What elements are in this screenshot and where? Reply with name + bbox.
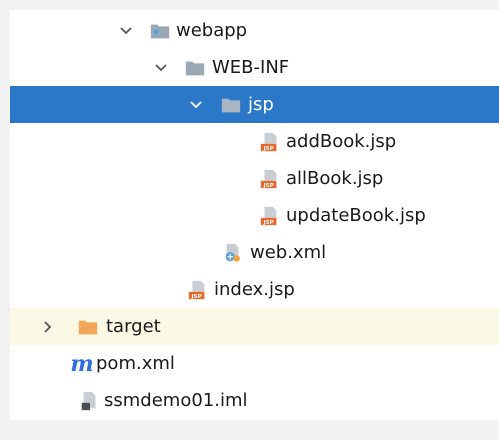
maven-glyph: m	[70, 350, 94, 377]
tree-row-index-jsp[interactable]: JSP index.jsp	[10, 271, 499, 308]
tree-row-allbook-jsp[interactable]: JSP allBook.jsp	[10, 160, 499, 197]
iml-file-icon	[78, 389, 102, 413]
jsp-file-icon: JSP	[186, 278, 210, 302]
tree-row-label: index.jsp	[214, 279, 295, 300]
tree-row-web-inf[interactable]: WEB-INF	[10, 49, 499, 86]
svg-text:JSP: JSP	[191, 293, 202, 299]
jsp-file-icon: JSP	[258, 130, 282, 154]
svg-text:JSP: JSP	[263, 182, 274, 188]
web-folder-icon	[148, 19, 172, 43]
folder-icon	[219, 93, 243, 117]
tree-row-ssmdemo01-iml[interactable]: ssmdemo01.iml	[10, 382, 499, 419]
maven-icon: m	[70, 352, 94, 376]
svg-text:JSP: JSP	[263, 219, 274, 225]
chevron-down-icon[interactable]	[118, 23, 134, 39]
project-tree: webapp WEB-INF jsp JSP addBook.jsp JSP a…	[10, 10, 499, 420]
tree-row-label: jsp	[248, 94, 274, 115]
jsp-file-icon: JSP	[258, 204, 282, 228]
tree-row-label: web.xml	[250, 242, 327, 263]
tree-row-label: target	[106, 316, 161, 337]
tree-row-label: pom.xml	[96, 353, 175, 374]
svg-text:JSP: JSP	[263, 145, 274, 151]
tree-row-label: ssmdemo01.iml	[104, 390, 248, 411]
chevron-down-icon[interactable]	[153, 60, 169, 76]
tree-row-web-xml[interactable]: web.xml	[10, 234, 499, 271]
folder-icon	[183, 56, 207, 80]
tree-row-label: webapp	[176, 20, 248, 41]
tree-row-label: addBook.jsp	[286, 131, 397, 152]
chevron-down-icon[interactable]	[188, 97, 204, 113]
tree-row-label: WEB-INF	[212, 57, 290, 78]
tree-row-jsp[interactable]: jsp	[10, 86, 499, 123]
tree-row-pom-xml[interactable]: m pom.xml	[10, 345, 499, 382]
tree-row-label: updateBook.jsp	[286, 205, 426, 226]
excluded-folder-icon	[76, 315, 100, 339]
tree-row-label: allBook.jsp	[286, 168, 384, 189]
tree-row-target[interactable]: target	[10, 308, 499, 345]
tree-row-updatebook-jsp[interactable]: JSP updateBook.jsp	[10, 197, 499, 234]
web-xml-icon	[221, 241, 245, 265]
chevron-right-icon[interactable]	[40, 319, 56, 335]
jsp-file-icon: JSP	[258, 167, 282, 191]
tree-row-addbook-jsp[interactable]: JSP addBook.jsp	[10, 123, 499, 160]
tree-row-webapp[interactable]: webapp	[10, 12, 499, 49]
